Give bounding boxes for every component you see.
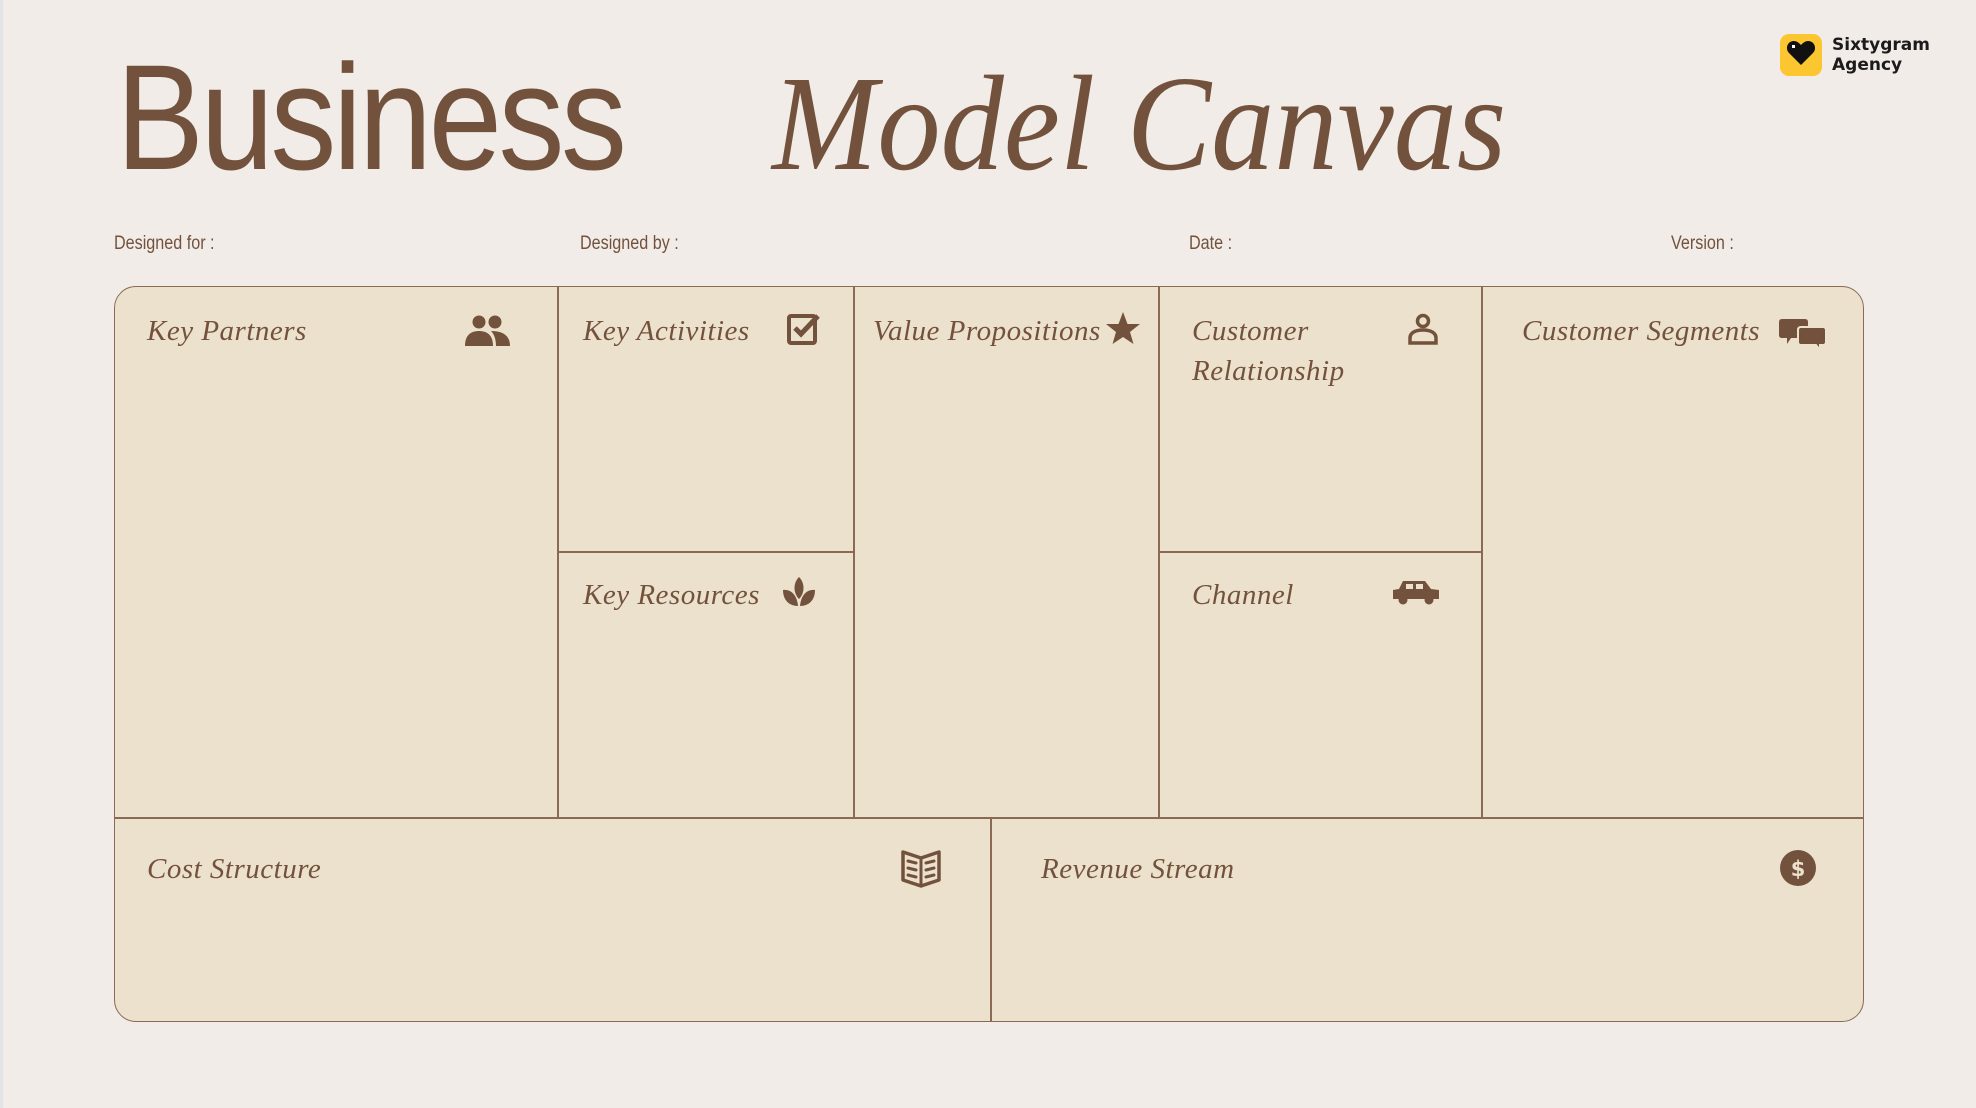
designed-for-label: Designed for : xyxy=(114,233,215,254)
chat-bubbles-icon xyxy=(1779,317,1827,351)
key-resources-title: Key Resources xyxy=(583,579,760,611)
version-label: Version : xyxy=(1671,233,1734,254)
brand-name-line1: Sixtygram xyxy=(1832,35,1930,55)
svg-text:$: $ xyxy=(1791,857,1806,881)
key-activities-title: Key Activities xyxy=(583,315,750,347)
cost-structure-title: Cost Structure xyxy=(147,853,322,885)
dollar-coin-icon: $ xyxy=(1779,849,1817,887)
title-model-canvas: Model Canvas xyxy=(772,49,1507,199)
channel-title: Channel xyxy=(1192,579,1294,611)
customer-segments-title: Customer Segments xyxy=(1522,315,1761,347)
divider xyxy=(853,287,855,817)
page-title: Business Model Canvas xyxy=(116,33,1506,201)
divider xyxy=(1481,287,1483,817)
star-icon xyxy=(1105,311,1141,345)
divider xyxy=(990,817,992,1021)
logo-badge xyxy=(1780,34,1822,76)
brand-name-line2: Agency xyxy=(1832,55,1903,75)
people-icon xyxy=(463,315,511,347)
customer-relationship-title-line2: Relationship xyxy=(1192,355,1345,387)
business-model-canvas: Key Partners Key Activities Key Resource… xyxy=(114,286,1864,1022)
value-propositions-title: Value Propositions xyxy=(873,315,1101,347)
leaf-icon xyxy=(781,575,817,609)
customer-relationship-title-line1: Customer xyxy=(1192,315,1309,347)
divider xyxy=(557,551,853,553)
divider xyxy=(1158,551,1481,553)
date-label: Date : xyxy=(1189,233,1233,254)
book-icon xyxy=(901,848,941,888)
revenue-stream-title: Revenue Stream xyxy=(1041,853,1235,885)
title-business: Business xyxy=(116,33,627,201)
designed-by-label: Designed by : xyxy=(580,233,679,254)
car-icon xyxy=(1391,579,1441,605)
checkbox-icon xyxy=(787,313,821,345)
window-edge xyxy=(0,0,3,1108)
heart-icon xyxy=(1786,39,1816,72)
brand-name: Sixtygram Agency xyxy=(1832,35,1930,75)
brand-logo: Sixtygram Agency xyxy=(1780,34,1930,76)
key-partners-title: Key Partners xyxy=(147,315,307,347)
user-icon xyxy=(1408,313,1438,345)
customer-relationship-title: Customer Relationship xyxy=(1192,311,1345,391)
